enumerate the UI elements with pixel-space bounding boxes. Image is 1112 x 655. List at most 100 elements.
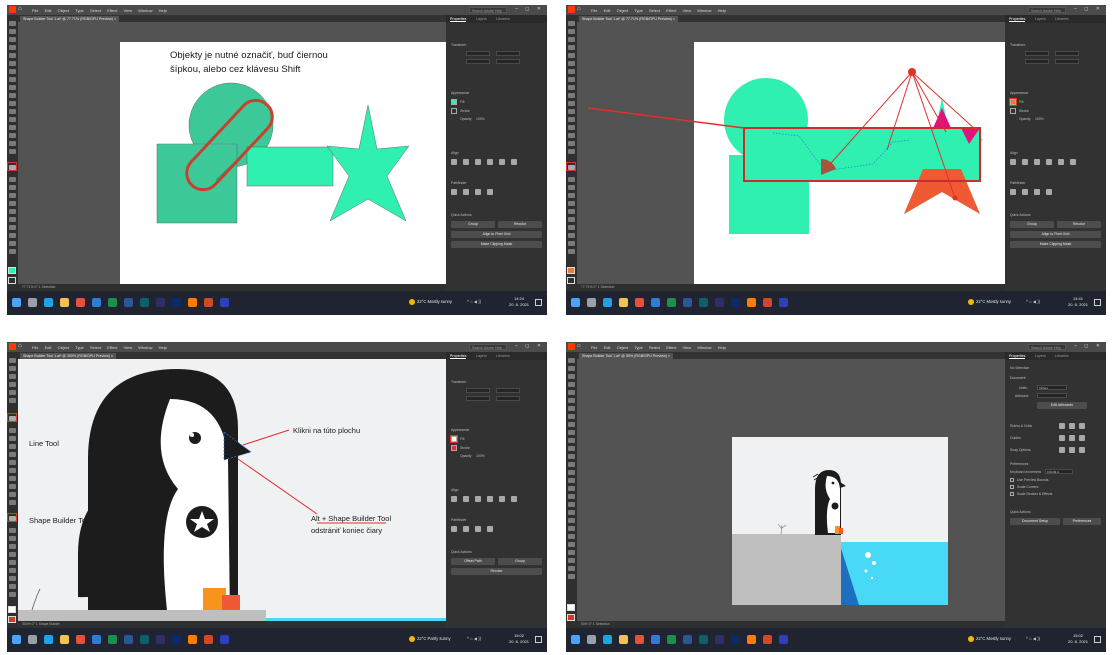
home-icon[interactable]: ⌂	[18, 6, 25, 13]
system-tray-icons[interactable]: ^ ⌂ ◀ ))	[1026, 299, 1040, 304]
menu-window[interactable]: Window	[138, 345, 152, 350]
slice-tool-icon[interactable]	[568, 233, 575, 238]
symbol-sprayer-tool-icon[interactable]	[9, 209, 16, 214]
word-icon[interactable]	[124, 298, 133, 307]
intersect-icon[interactable]	[475, 526, 481, 532]
menu-edit[interactable]: Edit	[45, 345, 52, 350]
fill-swatch[interactable]	[567, 267, 575, 274]
blend-tool-icon[interactable]	[9, 201, 16, 206]
recolor-button[interactable]: Recolor	[451, 568, 542, 575]
unite-icon[interactable]	[451, 526, 457, 532]
symbol-sprayer-tool-icon[interactable]	[568, 209, 575, 214]
curvature-tool-icon[interactable]	[568, 390, 575, 395]
recolor-button[interactable]: Recolor	[498, 221, 542, 228]
menu-effect[interactable]: Effect	[107, 8, 117, 13]
photoshop-icon[interactable]	[172, 298, 181, 307]
y-field[interactable]	[466, 59, 490, 64]
system-tray-icons[interactable]: ^ ⌂ ◀ ))	[1026, 636, 1040, 641]
stroke-color-swatch[interactable]	[1010, 108, 1016, 114]
exclude-icon[interactable]	[1046, 189, 1052, 195]
puppet-warp-tool-icon[interactable]	[9, 141, 16, 146]
plant-stem[interactable]	[31, 588, 41, 611]
after-effects-icon[interactable]	[779, 635, 788, 644]
zoom-tool-icon[interactable]	[568, 574, 575, 579]
free-transform-tool-icon[interactable]	[9, 484, 16, 489]
line-tool-icon[interactable]	[9, 69, 16, 74]
make-clipping-mask-button[interactable]: Make Clipping Mask	[451, 241, 542, 248]
width-tool-icon[interactable]	[9, 476, 16, 481]
eyedropper-tool-icon[interactable]	[568, 518, 575, 523]
free-transform-tool-icon[interactable]	[568, 470, 575, 475]
premiere-icon[interactable]	[715, 298, 724, 307]
height-field[interactable]	[496, 396, 520, 401]
mail-icon[interactable]	[92, 635, 101, 644]
unite-icon[interactable]	[451, 189, 457, 195]
canvas[interactable]	[577, 22, 1005, 291]
rulers-icon[interactable]	[1059, 423, 1065, 429]
zoom-tool-icon[interactable]	[9, 249, 16, 254]
clock[interactable]: 14:24 20. 8. 2021	[509, 296, 529, 307]
file-explorer-icon[interactable]	[619, 635, 628, 644]
scale-corners-checkbox[interactable]	[1010, 485, 1014, 489]
menu-effect[interactable]: Effect	[666, 8, 676, 13]
rotate-tool-icon[interactable]	[568, 109, 575, 114]
use-preview-bounds-checkbox[interactable]	[1010, 478, 1014, 482]
canvas[interactable]	[577, 359, 1005, 628]
direct-selection-tool-icon[interactable]	[9, 366, 16, 371]
edge-browser-icon[interactable]	[44, 635, 53, 644]
menu-help[interactable]: Help	[159, 8, 167, 13]
menu-view[interactable]: View	[683, 8, 692, 13]
offset-path-button[interactable]: Offset Path	[451, 558, 495, 565]
lock-guides-icon[interactable]	[1069, 435, 1075, 441]
artboard-tool-icon[interactable]	[9, 576, 16, 581]
illustrator-taskbar-icon[interactable]	[188, 635, 197, 644]
document-setup-button[interactable]: Document Setup	[1010, 518, 1060, 525]
after-effects-icon[interactable]	[220, 298, 229, 307]
minus-front-icon[interactable]	[463, 526, 469, 532]
y-field[interactable]	[1025, 59, 1049, 64]
notifications-icon[interactable]	[1094, 299, 1101, 306]
stroke-color-swatch[interactable]	[451, 108, 457, 114]
window-controls[interactable]: – ◻ ✕	[515, 6, 544, 12]
mail-icon[interactable]	[651, 298, 660, 307]
edit-artboards-button[interactable]: Edit Artboards	[1037, 402, 1087, 409]
group-button[interactable]: Group	[451, 221, 495, 228]
photoshop-icon[interactable]	[731, 298, 740, 307]
menu-window[interactable]: Window	[697, 8, 711, 13]
menu-type[interactable]: Type	[634, 8, 643, 13]
premiere-icon[interactable]	[156, 635, 165, 644]
weather-status[interactable]: 22°C Mostly sunny	[976, 299, 1011, 304]
after-effects-icon[interactable]	[220, 635, 229, 644]
type-tool-icon[interactable]	[9, 61, 16, 66]
rectangle-tool-icon[interactable]	[9, 77, 16, 82]
rock-ledge[interactable]	[732, 534, 841, 605]
curvature-tool-icon[interactable]	[9, 390, 16, 395]
publisher-icon[interactable]	[699, 298, 708, 307]
pen-tool-icon[interactable]	[568, 382, 575, 387]
unite-icon[interactable]	[1010, 189, 1016, 195]
puppet-warp-tool-icon[interactable]	[9, 492, 16, 497]
search-input[interactable]: Search Adobe Help	[469, 7, 507, 13]
file-explorer-icon[interactable]	[619, 298, 628, 307]
mail-icon[interactable]	[651, 635, 660, 644]
tab-libraries[interactable]: Libraries	[1055, 354, 1069, 358]
pen-tool-icon[interactable]	[9, 45, 16, 50]
menu-view[interactable]: View	[124, 345, 133, 350]
menu-effect[interactable]: Effect	[666, 345, 676, 350]
x-field[interactable]	[466, 51, 490, 56]
edge-browser-icon[interactable]	[603, 298, 612, 307]
excel-icon[interactable]	[108, 298, 117, 307]
chrome-browser-icon[interactable]	[635, 298, 644, 307]
align-right-icon[interactable]	[475, 496, 481, 502]
selection-tool-icon[interactable]	[9, 21, 16, 26]
fill-color-swatch[interactable]	[451, 99, 457, 105]
publisher-icon[interactable]	[699, 635, 708, 644]
photoshop-icon[interactable]	[172, 635, 181, 644]
search-input[interactable]: Search Adobe Help	[469, 344, 507, 350]
powerpoint-icon[interactable]	[763, 298, 772, 307]
menu-window[interactable]: Window	[138, 8, 152, 13]
group-button[interactable]: Group	[498, 558, 542, 565]
publisher-icon[interactable]	[140, 635, 149, 644]
file-explorer-icon[interactable]	[60, 635, 69, 644]
menu-object[interactable]: Object	[617, 345, 629, 350]
